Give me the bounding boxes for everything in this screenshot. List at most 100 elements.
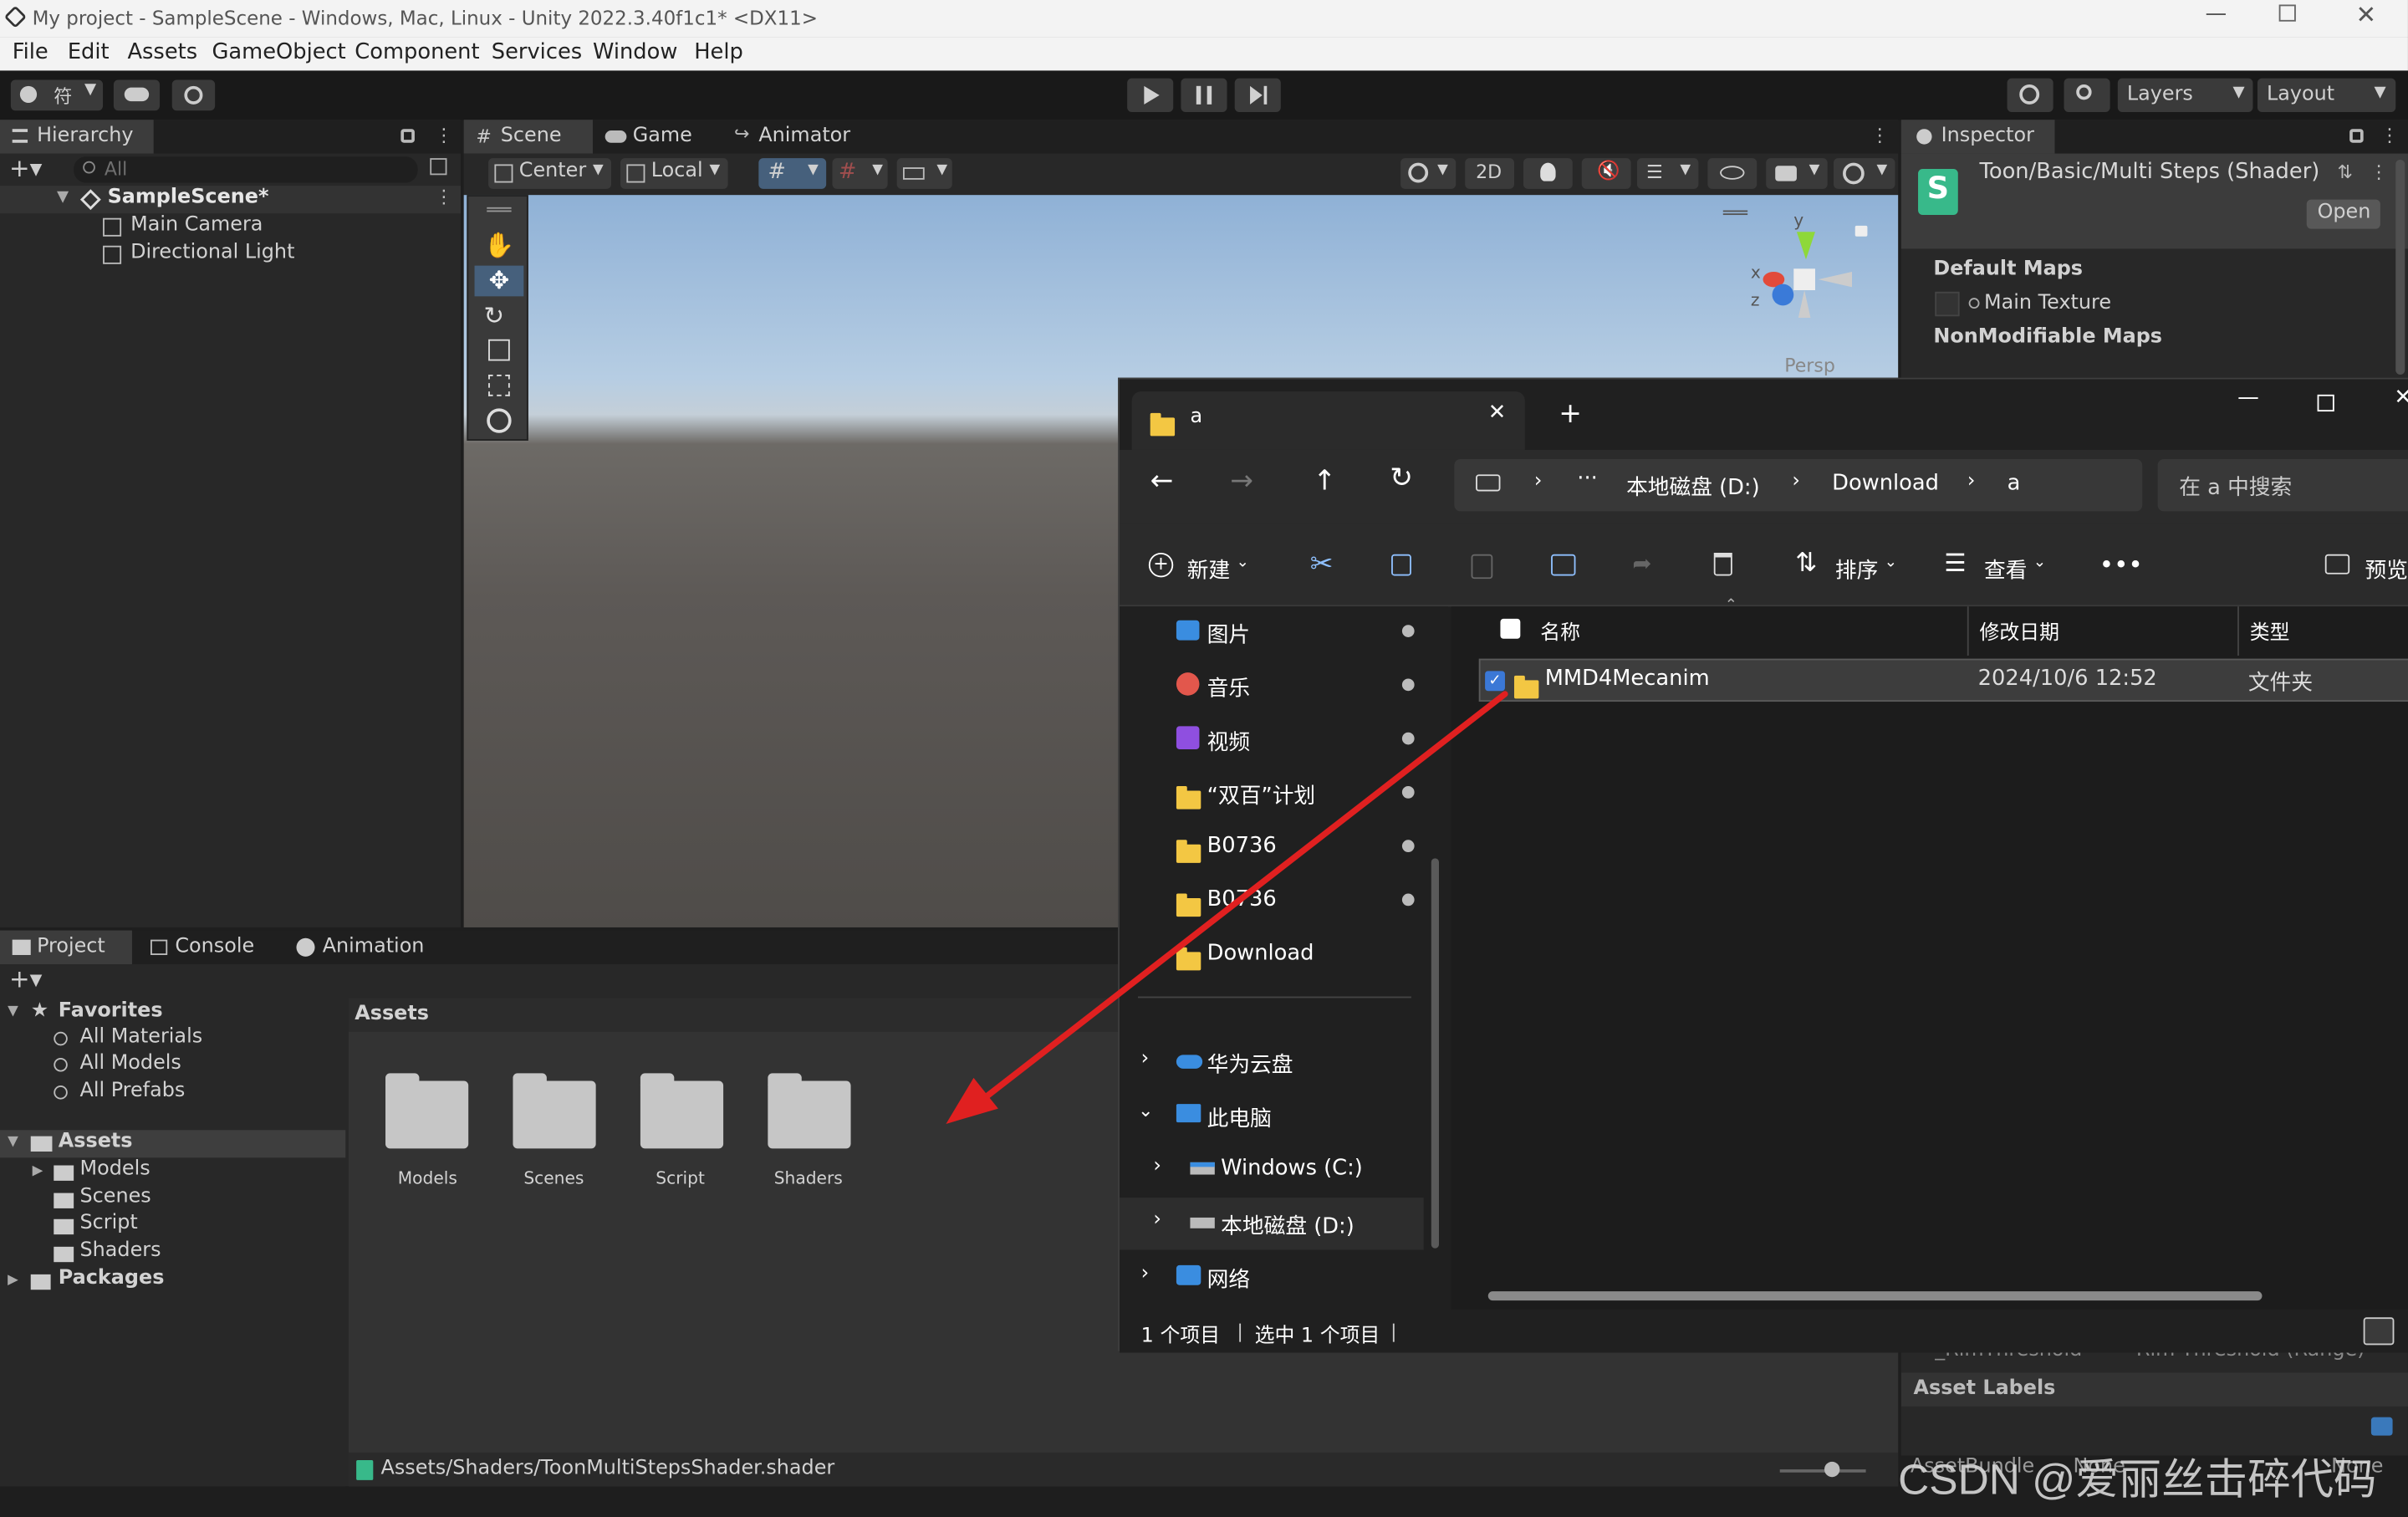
details-view-icon[interactable] xyxy=(2363,1317,2395,1346)
nav-item-videos[interactable]: 视频 xyxy=(1120,714,1426,766)
space-dropdown[interactable]: Local ▼ xyxy=(620,158,728,189)
cut-icon[interactable]: ✂ xyxy=(1310,548,1334,580)
copy-icon[interactable] xyxy=(1391,554,1411,576)
scene-visibility-icon[interactable] xyxy=(430,158,447,176)
menu-help[interactable]: Help xyxy=(694,40,743,64)
tag-icon[interactable] xyxy=(2370,1417,2393,1436)
gizmo-z-axis[interactable] xyxy=(1772,283,1794,306)
lock-icon[interactable] xyxy=(2349,129,2364,143)
kebab-menu-icon[interactable]: ⋮ xyxy=(1870,125,1889,146)
inspector-tab[interactable]: Inspector xyxy=(1900,120,2055,154)
breadcrumb-segment[interactable]: 本地磁盘 (D:) xyxy=(1626,472,1760,503)
new-button[interactable]: 新建 xyxy=(1187,554,1230,585)
chevron-right-icon[interactable]: ▶ xyxy=(33,1164,43,1179)
breadcrumb-segment[interactable]: a xyxy=(2008,472,2021,496)
view-button[interactable]: 查看 xyxy=(1984,554,2027,585)
account-dropdown[interactable]: 符 ▼ xyxy=(10,79,104,111)
list-item[interactable]: Directional Light xyxy=(0,241,461,268)
rotate-tool-icon[interactable]: ↻ xyxy=(484,301,515,332)
more-options-button[interactable]: ••• xyxy=(2099,549,2143,579)
kebab-menu-icon[interactable]: ⋮ xyxy=(2370,161,2388,183)
kebab-menu-icon[interactable]: ⋮ xyxy=(435,125,453,146)
tab-animator[interactable]: ↪ Animator xyxy=(728,120,866,153)
nav-item-folder[interactable]: B0736 xyxy=(1120,821,1426,873)
lock-icon[interactable] xyxy=(400,129,415,143)
select-all-checkbox[interactable] xyxy=(1500,618,1521,639)
share-icon[interactable]: ➦ xyxy=(1632,549,1651,577)
column-divider[interactable] xyxy=(2237,606,2239,656)
cloud-button[interactable] xyxy=(113,79,161,111)
column-divider[interactable] xyxy=(1967,606,1969,656)
assets-breadcrumb-label[interactable]: Assets xyxy=(355,1003,429,1026)
grid-item[interactable]: Script xyxy=(635,1073,727,1198)
gizmo-y-axis[interactable] xyxy=(1796,232,1815,260)
nav-scrollbar[interactable] xyxy=(1431,858,1439,1249)
increment-snap-button[interactable]: # ▼ xyxy=(832,158,888,189)
explorer-search-box[interactable]: 在 a 中搜索 xyxy=(2157,458,2408,512)
chevron-right-icon[interactable]: › xyxy=(1153,1208,1161,1232)
tab-project[interactable]: Project xyxy=(0,930,132,965)
favorites-label[interactable]: Favorites xyxy=(59,999,163,1023)
chevron-down-icon[interactable]: ▼ xyxy=(57,189,69,206)
refresh-icon[interactable]: ↻ xyxy=(1390,462,1413,495)
grid-item[interactable]: Models xyxy=(380,1073,472,1198)
transform-tool-icon[interactable] xyxy=(487,408,512,433)
chevron-down-icon[interactable]: ▼ xyxy=(8,1004,18,1019)
nav-item-drive-d[interactable]: › 本地磁盘 (D:) xyxy=(1119,1198,1424,1250)
restore-button[interactable] xyxy=(2278,4,2296,22)
step-button[interactable] xyxy=(1234,78,1281,113)
play-button[interactable] xyxy=(1127,78,1174,113)
pivot-dropdown[interactable]: Center ▼ xyxy=(488,158,612,189)
hierarchy-search-field[interactable]: All xyxy=(74,156,418,183)
minimize-button[interactable]: — xyxy=(2206,2,2227,26)
history-button[interactable] xyxy=(2007,78,2053,113)
nav-item-music[interactable]: 音乐 xyxy=(1120,660,1426,712)
delete-trash-icon[interactable] xyxy=(1713,552,1732,576)
open-button[interactable]: Open xyxy=(2306,199,2380,229)
close-window-button[interactable]: ✕ xyxy=(2394,386,2408,410)
search-button[interactable] xyxy=(2064,78,2110,113)
preset-icon[interactable]: ⇅ xyxy=(2337,161,2352,183)
packages-label[interactable]: Packages xyxy=(59,1267,165,1290)
ruler-button[interactable]: ▼ xyxy=(896,158,952,189)
paste-icon[interactable] xyxy=(1471,554,1493,580)
rename-icon[interactable] xyxy=(1551,554,1576,576)
kebab-menu-icon[interactable]: ⋮ xyxy=(435,186,453,207)
scene-row[interactable]: ▼ SampleScene* ⋮ xyxy=(0,186,462,214)
pause-button[interactable] xyxy=(1181,78,1227,113)
gizmo-menu-handle[interactable] xyxy=(1722,210,1748,216)
back-arrow-icon[interactable]: ← xyxy=(1150,465,1174,498)
menu-window[interactable]: Window xyxy=(593,40,677,64)
nav-item-download[interactable]: Download xyxy=(1120,929,1426,981)
texture-slot[interactable] xyxy=(1935,291,1960,317)
persp-label[interactable]: Persp xyxy=(1784,355,1835,376)
close-tab-icon[interactable]: ✕ xyxy=(1488,401,1507,425)
list-item[interactable]: Main Camera xyxy=(0,213,461,241)
tree-folder[interactable]: Models xyxy=(80,1157,150,1181)
grid-item[interactable]: Shaders xyxy=(762,1073,854,1198)
zoom-slider-thumb[interactable] xyxy=(1824,1461,1840,1478)
pin-icon[interactable] xyxy=(1401,840,1415,852)
chevron-down-icon[interactable]: ⌄ xyxy=(1138,1100,1153,1121)
chevron-right-icon[interactable]: › xyxy=(1141,1047,1150,1070)
preview-pane-icon[interactable] xyxy=(2324,554,2350,575)
menu-file[interactable]: File xyxy=(13,40,48,64)
rect-tool-icon[interactable] xyxy=(488,374,510,396)
chevron-down-icon[interactable]: ▼ xyxy=(8,1135,18,1150)
column-header-date[interactable]: 修改日期 xyxy=(1980,615,2060,646)
lighting-toggle[interactable] xyxy=(1523,158,1573,189)
column-header-name[interactable]: 名称 xyxy=(1540,615,1580,646)
minimize-button[interactable]: — xyxy=(2237,386,2259,410)
nav-item-pictures[interactable]: 图片 xyxy=(1120,606,1426,658)
breadcrumb-segment[interactable]: Download xyxy=(1832,472,1939,496)
audio-toggle[interactable]: 🔇 xyxy=(1581,158,1631,189)
gizmo-negy-axis[interactable] xyxy=(1798,290,1811,319)
effects-dropdown[interactable]: ☰ ▼ xyxy=(1636,158,1699,189)
close-window-button[interactable]: ✕ xyxy=(2355,0,2376,29)
scene-visibility-toggle[interactable] xyxy=(1707,158,1758,189)
gizmos-dropdown[interactable]: ▼ xyxy=(1834,158,1895,189)
new-plus-icon[interactable]: + xyxy=(1148,552,1174,578)
kebab-menu-icon[interactable]: ⋮ xyxy=(2380,125,2399,146)
move-tool-icon[interactable]: ✥ xyxy=(474,265,524,297)
layout-dropdown[interactable]: Layout ▼ xyxy=(2257,78,2396,113)
